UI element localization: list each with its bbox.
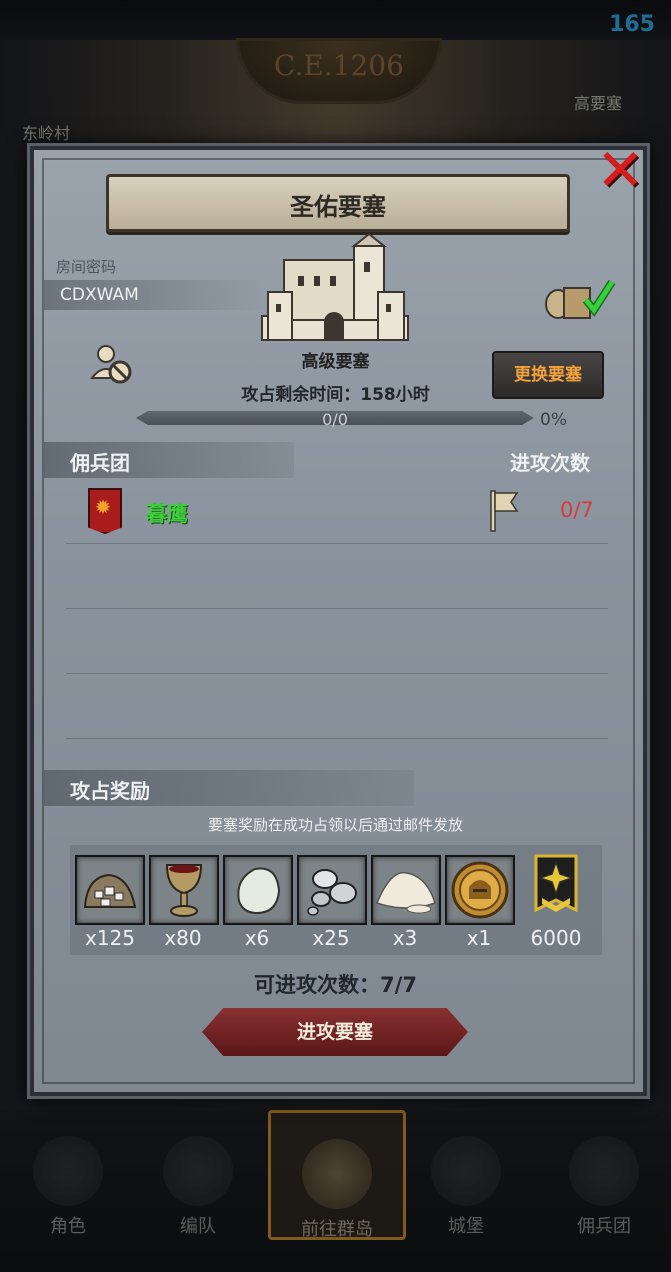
salt-pile-icon: [376, 871, 436, 914]
reward-slot[interactable]: [371, 855, 441, 925]
reward-slot[interactable]: [297, 855, 367, 925]
reward-slot[interactable]: [75, 855, 145, 925]
reward-slot[interactable]: [445, 855, 515, 925]
ore-sack-icon: [83, 873, 137, 908]
mercenary-header: 佣兵团: [70, 451, 130, 475]
attack-count: 0/7: [560, 498, 594, 522]
room-code-value[interactable]: CDXWAM: [60, 285, 139, 305]
progress-percent: 0%: [540, 410, 567, 430]
goblet-icon: [165, 864, 203, 917]
list-divider: [66, 738, 608, 739]
reward-qty: x125: [84, 926, 135, 950]
reward-qty: x1: [466, 926, 492, 950]
reward-qty: x3: [392, 926, 418, 950]
white-stone-icon: [237, 867, 281, 915]
silver-ore-icon: [307, 869, 357, 916]
flag-icon: [490, 490, 519, 532]
list-divider: [66, 608, 608, 609]
occupy-time-remaining: 攻占剩余时间：158小时: [241, 385, 430, 405]
list-divider: [66, 543, 608, 544]
reward-note: 要塞奖励在成功占领以后通过邮件发放: [207, 816, 463, 834]
reward-slot[interactable]: [149, 855, 219, 925]
reward-qty: x6: [244, 926, 270, 950]
remaining-attacks: 可进攻次数：7/7: [254, 973, 417, 997]
sun-emblem-icon: ✹: [94, 495, 112, 519]
reward-qty: x25: [312, 926, 350, 950]
reward-qty: 6000: [530, 926, 582, 950]
reward-qty: x80: [164, 926, 202, 950]
room-code-label: 房间密码: [56, 258, 117, 276]
honor-medal-icon: [534, 854, 578, 913]
attack-fortress-button[interactable]: 进攻要塞: [202, 1008, 468, 1056]
attack-count-header: 进攻次数: [510, 451, 590, 475]
gold-helmet-coin-icon: [451, 861, 509, 919]
reward-header: 攻占奖励: [70, 779, 150, 803]
close-button[interactable]: ✕: [596, 141, 645, 199]
list-divider: [66, 673, 608, 674]
dialog-title: 圣佑要塞: [290, 193, 386, 221]
supply-sack-check-icon[interactable]: [542, 274, 618, 322]
castle-icon: [261, 232, 409, 341]
reward-slot[interactable]: [223, 855, 293, 925]
close-icon: ✕: [596, 136, 645, 204]
title-banner: 圣佑要塞: [106, 174, 570, 232]
mercenary-name[interactable]: 暮鹰: [146, 498, 188, 528]
progress-text: 0/0: [322, 410, 348, 429]
